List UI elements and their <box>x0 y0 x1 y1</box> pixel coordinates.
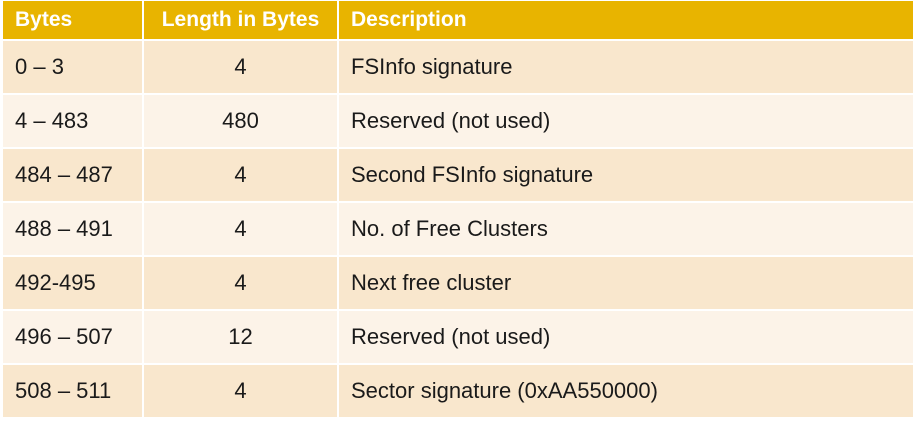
cell-description: Second FSInfo signature <box>338 148 913 203</box>
cell-description: Reserved (not used) <box>338 310 913 365</box>
cell-length: 12 <box>143 310 339 365</box>
cell-bytes: 492-495 <box>3 256 144 311</box>
header-length-in-bytes: Length in Bytes <box>143 1 339 41</box>
cell-description: No. of Free Clusters <box>338 202 913 257</box>
cell-description: Next free cluster <box>338 256 913 311</box>
table-row: 488 – 491 4 No. of Free Clusters <box>3 202 913 257</box>
cell-description: Sector signature (0xAA550000) <box>338 364 913 419</box>
cell-bytes: 488 – 491 <box>3 202 144 257</box>
cell-bytes: 0 – 3 <box>3 40 144 95</box>
header-row: Bytes Length in Bytes Description <box>3 1 913 41</box>
cell-description: Reserved (not used) <box>338 94 913 149</box>
cell-length: 480 <box>143 94 339 149</box>
table-row: 496 – 507 12 Reserved (not used) <box>3 310 913 365</box>
table-row: 4 – 483 480 Reserved (not used) <box>3 94 913 149</box>
cell-length: 4 <box>143 364 339 419</box>
cell-bytes: 484 – 487 <box>3 148 144 203</box>
cell-bytes: 496 – 507 <box>3 310 144 365</box>
cell-length: 4 <box>143 40 339 95</box>
cell-length: 4 <box>143 256 339 311</box>
fsinfo-structure-table: Bytes Length in Bytes Description 0 – 3 … <box>3 1 913 419</box>
table-body: 0 – 3 4 FSInfo signature 4 – 483 480 Res… <box>3 40 913 419</box>
table-row: 508 – 511 4 Sector signature (0xAA550000… <box>3 364 913 419</box>
cell-bytes: 4 – 483 <box>3 94 144 149</box>
header-description: Description <box>338 1 913 41</box>
table-row: 0 – 3 4 FSInfo signature <box>3 40 913 95</box>
table-header: Bytes Length in Bytes Description <box>3 1 913 41</box>
header-bytes: Bytes <box>3 1 144 41</box>
table-row: 492-495 4 Next free cluster <box>3 256 913 311</box>
cell-length: 4 <box>143 148 339 203</box>
cell-length: 4 <box>143 202 339 257</box>
fsinfo-table-container: Bytes Length in Bytes Description 0 – 3 … <box>3 1 913 422</box>
cell-description: FSInfo signature <box>338 40 913 95</box>
table-row: 484 – 487 4 Second FSInfo signature <box>3 148 913 203</box>
cell-bytes: 508 – 511 <box>3 364 144 419</box>
